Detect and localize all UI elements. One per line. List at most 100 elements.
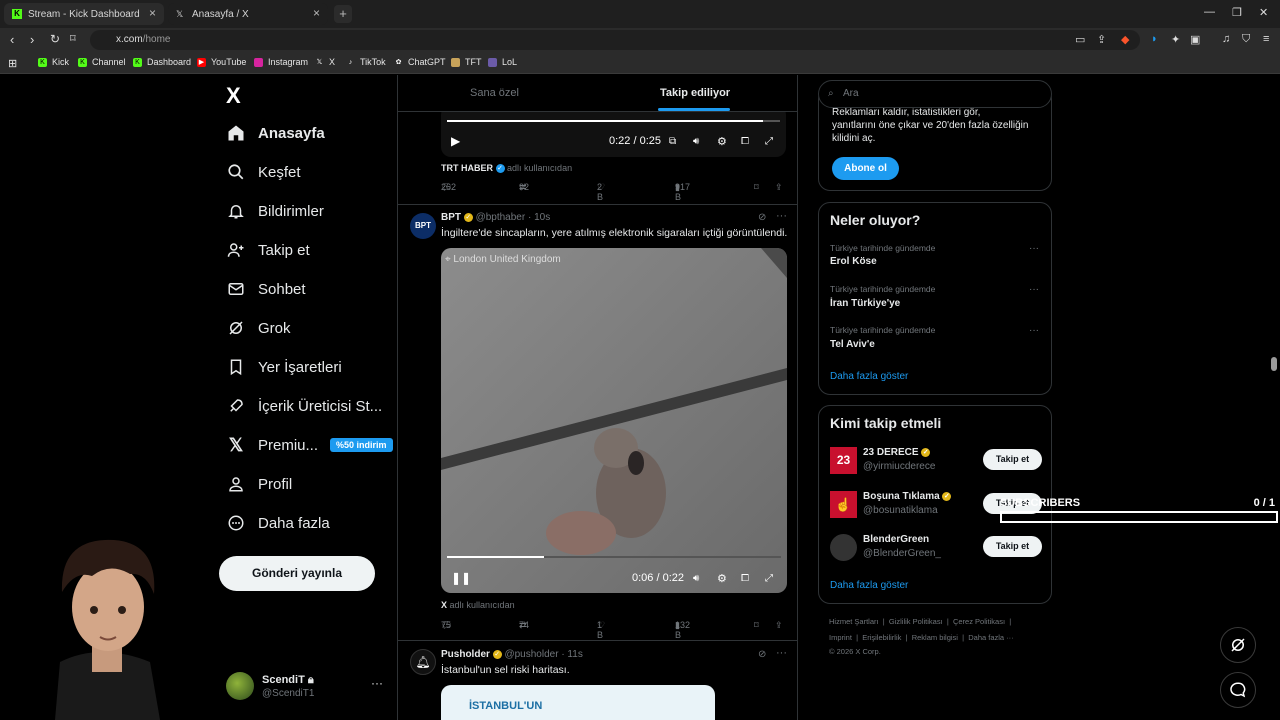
cast-icon[interactable]: ▭ <box>1075 33 1085 46</box>
show-more-trends[interactable]: Daha fazla göster <box>830 371 908 382</box>
bookmark-tweet-icon[interactable]: ⌑ <box>754 182 759 193</box>
volume-icon[interactable]: 🔊︎ <box>693 573 699 584</box>
tweet-video-player[interactable]: ▶ 0:22 / 0:25 ⧉ 🔊︎ ⚙ ⧠ ⤢ <box>441 105 786 157</box>
tweet-author-name[interactable]: BPT <box>441 212 461 223</box>
views-button[interactable]: ▮ 917 B <box>675 182 690 202</box>
tweet-image[interactable]: İSTANBUL'UN <box>441 685 715 720</box>
show-more-follow[interactable]: Daha fazla göster <box>830 580 908 591</box>
browser-tab-x[interactable]: 𝕏 Anasayfa / X × <box>168 3 328 25</box>
tweet-author-name[interactable]: Pusholder <box>441 649 490 660</box>
tweet-author-handle[interactable]: @pusholder <box>504 649 558 660</box>
grok-float-button[interactable] <box>1220 627 1256 663</box>
follow-suggestion[interactable]: 23 23 DERECE ✓ @yirmiucderece Takip et <box>830 446 1042 476</box>
bookmark-lol[interactable]: LoL <box>488 57 517 67</box>
page-scrollbar[interactable] <box>1271 357 1277 371</box>
share-icon[interactable]: ⇪ <box>1097 33 1106 46</box>
address-bar[interactable]: x.com/home <box>90 30 1140 50</box>
extensions-icon[interactable]: ✦ <box>1171 33 1180 46</box>
follow-suggestion[interactable]: BlenderGreen @BlenderGreen_ Takip et <box>830 533 1042 563</box>
settings-icon[interactable]: ⚙ <box>717 572 727 585</box>
menu-icon[interactable]: ≡ <box>1263 33 1269 45</box>
account-more-icon[interactable]: ··· <box>371 676 383 690</box>
sidebar-item-profile[interactable]: Profil <box>226 474 292 494</box>
play-icon[interactable]: ▶ <box>451 134 460 148</box>
fullscreen-icon[interactable]: ⤢ <box>765 136 773 147</box>
follow-button[interactable]: Takip et <box>983 449 1042 470</box>
bookmark-tweet-icon[interactable]: ⌑ <box>754 620 759 631</box>
bookmark-youtube[interactable]: ▶ YouTube <box>197 57 246 67</box>
media-icon[interactable]: ♫ <box>1222 33 1230 45</box>
search-input[interactable]: ⌕ Ara <box>818 80 1052 108</box>
grok-tweet-icon[interactable]: ⊘ <box>758 649 766 660</box>
trend-more-icon[interactable]: ··· <box>1029 243 1039 254</box>
bookmark-tiktok[interactable]: ♪ TikTok <box>346 57 386 67</box>
reply-button[interactable]: 💬︎ 75 <box>441 620 452 630</box>
bookmark-x[interactable]: 𝕏X <box>315 57 335 67</box>
sidebar-item-home[interactable]: Anasayfa <box>226 123 325 143</box>
sidebar-item-bookmarks[interactable]: Yer İşaretleri <box>226 357 342 377</box>
bookmark-chatgpt[interactable]: ✿ ChatGPT <box>394 57 446 67</box>
forward-icon[interactable]: › <box>30 32 34 47</box>
trend-more-icon[interactable]: ··· <box>1029 284 1039 295</box>
reload-icon[interactable]: ↻ <box>50 32 60 46</box>
views-button[interactable]: ▮ 132 B <box>675 620 690 640</box>
subscribe-button[interactable]: Abone ol <box>832 157 899 180</box>
sidebar-toggle-icon[interactable]: ▣ <box>1190 33 1200 46</box>
account-switcher[interactable]: ScendiT 🔒︎ @ScendiT1 ··· <box>226 672 386 702</box>
brave-shield-icon[interactable]: ◆ <box>1121 33 1129 46</box>
tweet-avatar[interactable]: BPT <box>410 213 436 239</box>
like-button[interactable]: ♡ 1 B <box>597 620 605 640</box>
like-button[interactable]: ♡ 2 B <box>597 182 605 202</box>
minimize-icon[interactable]: — <box>1204 6 1215 18</box>
sidebar-item-more[interactable]: Daha fazla <box>226 513 330 533</box>
tweet-avatar[interactable]: 🔔︎ <box>410 649 436 675</box>
bookmark-dashboard[interactable]: K Dashboard <box>133 57 191 67</box>
apps-grid-icon[interactable]: ⊞ <box>8 57 17 70</box>
tweet-more-icon[interactable]: ··· <box>776 210 787 222</box>
tweet-author-handle[interactable]: @bpthaber <box>476 212 526 223</box>
reply-button[interactable]: 💬︎ 262 <box>441 182 456 192</box>
tab-following[interactable]: Takip ediliyor <box>660 87 730 99</box>
sidebar-item-creator-studio[interactable]: İçerik Üreticisi St... <box>226 396 382 416</box>
back-icon[interactable]: ‹ <box>10 32 14 47</box>
pause-icon[interactable]: ❚❚ <box>451 571 471 585</box>
footer-link[interactable]: Reklam bilgisi <box>912 633 958 642</box>
tweet-more-icon[interactable]: ··· <box>776 647 787 659</box>
footer-link[interactable]: Çerez Politikası <box>953 617 1005 626</box>
close-tab-icon[interactable]: × <box>313 6 320 20</box>
repost-button[interactable]: ⇄ 74 <box>519 620 529 630</box>
bookmark-page-icon[interactable]: ⌑ <box>70 32 76 45</box>
wallet-icon[interactable]: ◗ <box>1151 33 1158 45</box>
close-tab-icon[interactable]: × <box>149 6 156 20</box>
tab-for-you[interactable]: Sana özel <box>470 87 519 99</box>
new-tab-button[interactable]: + <box>334 5 352 23</box>
messages-float-button[interactable] <box>1220 672 1256 708</box>
video-progress-bar[interactable] <box>447 556 781 558</box>
footer-link[interactable]: Hizmet Şartları <box>829 617 879 626</box>
trend-more-icon[interactable]: ··· <box>1029 325 1039 336</box>
share-tweet-icon[interactable]: ⇪ <box>775 182 783 193</box>
footer-link[interactable]: Daha fazla ··· <box>968 633 1013 642</box>
sidebar-item-notifications[interactable]: Bildirimler <box>226 201 324 221</box>
sidebar-item-grok[interactable]: Grok <box>226 318 291 338</box>
fullscreen-icon[interactable]: ⤢ <box>765 573 773 584</box>
pip-icon[interactable]: ⧠ <box>741 573 749 584</box>
footer-link[interactable]: Erişilebilirlik <box>862 633 901 642</box>
video-progress-bar[interactable] <box>447 120 780 122</box>
footer-link[interactable]: Gizlilik Politikası <box>889 617 943 626</box>
close-window-icon[interactable]: ✕ <box>1259 6 1268 19</box>
sidebar-item-explore[interactable]: Keşfet <box>226 162 301 182</box>
repost-button[interactable]: ⇄ 92 <box>519 182 529 192</box>
bookmark-channel[interactable]: K Channel <box>78 57 126 67</box>
volume-icon[interactable]: 🔊︎ <box>693 136 699 147</box>
bookmark-tft[interactable]: TFT <box>451 57 482 67</box>
footer-link[interactable]: Imprint <box>829 633 852 642</box>
sidebar-item-premium[interactable]: 𝕏 Premiu... %50 indirim <box>226 435 393 455</box>
browser-tab-kick[interactable]: K Stream - Kick Dashboard × <box>4 3 164 25</box>
captions-icon[interactable]: ⧉ <box>669 136 676 147</box>
sidebar-item-follow[interactable]: Takip et <box>226 240 310 260</box>
bookmark-kick[interactable]: K Kick <box>38 57 69 67</box>
bookmark-instagram[interactable]: Instagram <box>254 57 308 67</box>
vpn-icon[interactable]: ⛉ <box>1242 33 1250 46</box>
pip-icon[interactable]: ⧠ <box>741 136 749 147</box>
